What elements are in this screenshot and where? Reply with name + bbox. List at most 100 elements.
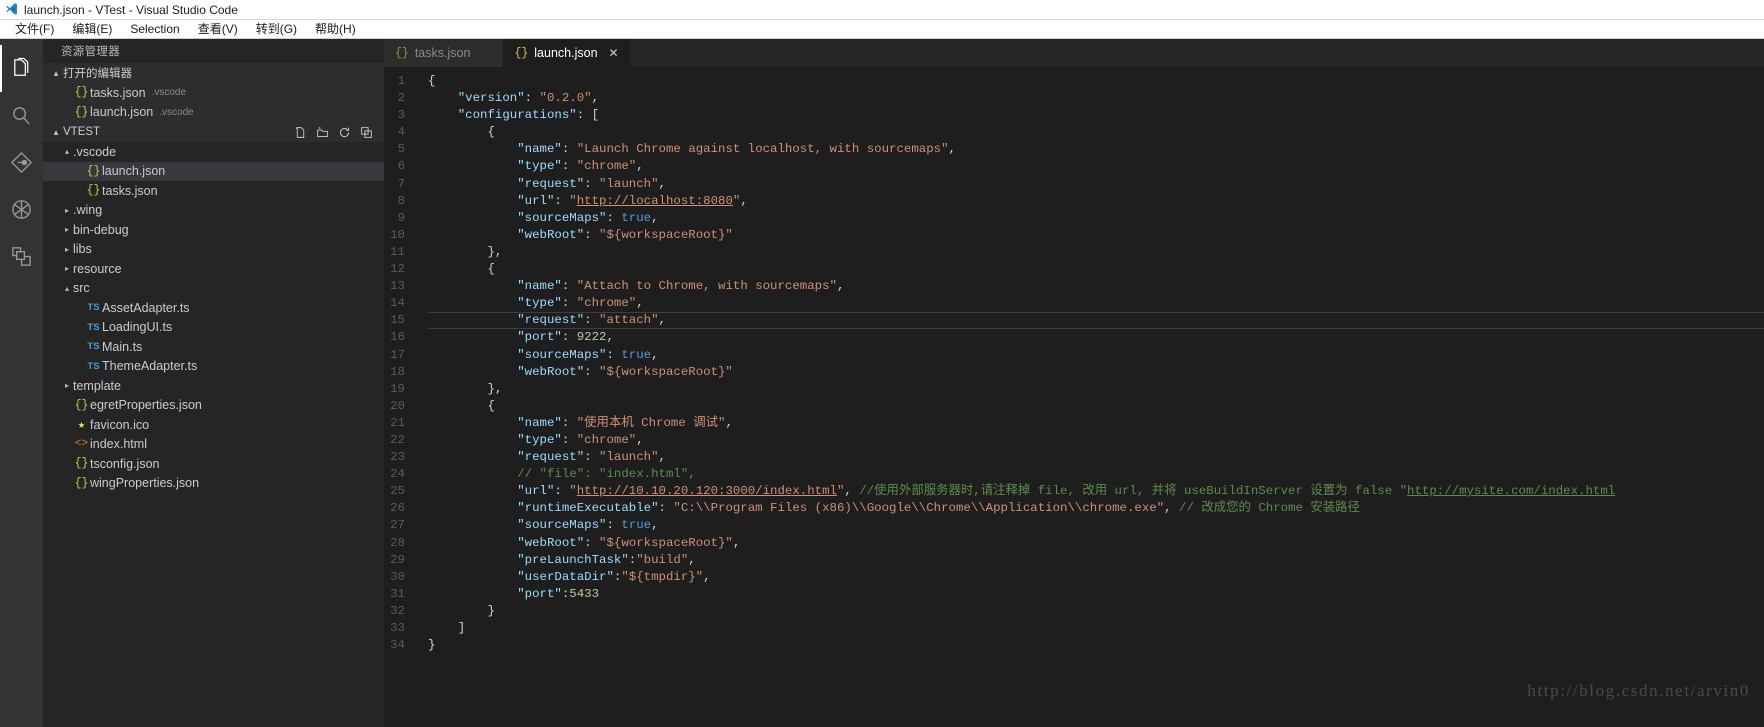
menu-selection[interactable]: Selection — [121, 20, 188, 39]
tree-item-main-ts[interactable]: TS Main.ts — [43, 337, 384, 357]
code-line[interactable]: 26 "runtimeExecutable": "C:\\Program Fil… — [384, 500, 1764, 517]
new-folder-icon[interactable] — [316, 126, 329, 139]
open-editor-launch-json[interactable]: {} launch.json .vscode — [43, 102, 384, 122]
tree-item-src[interactable]: ▴ src — [43, 279, 384, 299]
close-icon[interactable]: ✕ — [609, 47, 619, 59]
code-line[interactable]: 9 "sourceMaps": true, — [384, 210, 1764, 227]
line-number: 4 — [397, 125, 405, 140]
menu-file[interactable]: 文件(F) — [6, 20, 63, 39]
tree-item-tsconfig-json[interactable]: {} tsconfig.json — [43, 454, 384, 474]
code-line[interactable]: 30 "userDataDir":"${tmpdir}", — [384, 569, 1764, 586]
tree-item-template[interactable]: ▸ template — [43, 376, 384, 396]
line-number: 3 — [397, 108, 405, 123]
new-file-icon[interactable] — [294, 126, 307, 139]
extensions-icon[interactable] — [0, 233, 43, 280]
code-line[interactable]: 24 // "file": "index.html", — [384, 466, 1764, 483]
code-line[interactable]: 10 "webRoot": "${workspaceRoot}" — [384, 227, 1764, 244]
menu-edit[interactable]: 编辑(E) — [63, 20, 121, 39]
line-content: } — [428, 603, 1764, 620]
source-control-icon[interactable] — [0, 139, 43, 186]
code-line[interactable]: 19 }, — [384, 381, 1764, 398]
code-line[interactable]: 16 "port": 9222, — [384, 329, 1764, 346]
code-editor[interactable]: 1{2 "version": "0.2.0", 3 "configurations… — [384, 67, 1764, 727]
open-editors-header[interactable]: ▴ 打开的编辑器 — [43, 63, 384, 83]
code-line[interactable]: 25 "url": "http://10.10.20.120:3000/inde… — [384, 483, 1764, 500]
code-line[interactable]: 17 "sourceMaps": true, — [384, 347, 1764, 364]
tree-item-favicon-ico[interactable]: ★ favicon.ico — [43, 415, 384, 435]
tab-label: launch.json — [534, 46, 598, 60]
code-line[interactable]: 8 "url": "http://localhost:8080", — [384, 193, 1764, 210]
code-line[interactable]: 5 "name": "Launch Chrome against localho… — [384, 141, 1764, 158]
tree-item-themeadapter-ts[interactable]: TS ThemeAdapter.ts — [43, 357, 384, 377]
code-token: , — [740, 193, 748, 208]
code-token: "sourceMaps" — [517, 347, 607, 362]
code-token: 5433 — [569, 586, 600, 601]
code-token: "webRoot" — [517, 227, 585, 242]
refresh-icon[interactable] — [338, 126, 351, 139]
code-line[interactable]: 7 "request": "launch", — [384, 176, 1764, 193]
open-editor-tasks-json[interactable]: {} tasks.json .vscode — [43, 83, 384, 103]
code-line[interactable]: 3 "configurations": [ — [384, 107, 1764, 124]
code-link[interactable]: http://localhost:8080 — [577, 194, 733, 208]
code-line[interactable]: 28 "webRoot": "${workspaceRoot}", — [384, 535, 1764, 552]
tree-item-resource[interactable]: ▸ resource — [43, 259, 384, 279]
line-number: 26 — [390, 501, 405, 516]
code-line[interactable]: 4 { — [384, 124, 1764, 141]
code-line[interactable]: 29 "preLaunchTask":"build", — [384, 552, 1764, 569]
code-line[interactable]: 2 "version": "0.2.0", — [384, 90, 1764, 107]
menu-help[interactable]: 帮助(H) — [306, 20, 365, 39]
tree-item-libs[interactable]: ▸ libs — [43, 240, 384, 260]
code-line[interactable]: 14 "type": "chrome", — [384, 295, 1764, 312]
line-content: "type": "chrome", — [428, 432, 1764, 449]
menu-goto[interactable]: 转到(G) — [247, 20, 306, 39]
chevron-right-icon: ▸ — [64, 381, 69, 391]
code-line[interactable]: 13 "name": "Attach to Chrome, with sourc… — [384, 278, 1764, 295]
code-line[interactable]: 6 "type": "chrome", — [384, 158, 1764, 175]
tree-item-index-html[interactable]: <> index.html — [43, 435, 384, 455]
code-line[interactable]: 34} — [384, 637, 1764, 654]
code-line[interactable]: 27 "sourceMaps": true, — [384, 517, 1764, 534]
tree-item-label: Main.ts — [102, 339, 143, 354]
code-token: "type" — [517, 296, 562, 311]
tree-item-tasks-json[interactable]: {} tasks.json — [43, 181, 384, 201]
code-token: "version" — [457, 91, 525, 106]
tree-item-vscode[interactable]: ▴ .vscode — [43, 142, 384, 162]
code-line[interactable]: 31 "port":5433 — [384, 586, 1764, 603]
tree-item-launch-json[interactable]: {} launch.json — [43, 161, 384, 181]
code-line[interactable]: 20 { — [384, 398, 1764, 415]
line-number: 12 — [390, 262, 405, 277]
code-link[interactable]: http://mysite.com/index.html — [1407, 484, 1615, 498]
tree-item-egretproperties-json[interactable]: {} egretProperties.json — [43, 396, 384, 416]
code-token: , — [688, 552, 696, 567]
code-line[interactable]: 18 "webRoot": "${workspaceRoot}" — [384, 364, 1764, 381]
explorer-icon[interactable] — [0, 45, 43, 92]
code-line[interactable]: 22 "type": "chrome", — [384, 432, 1764, 449]
tab-tasks-json[interactable]: {} tasks.json ✕ — [384, 39, 504, 67]
code-token: "sourceMaps" — [517, 210, 607, 225]
code-line[interactable]: 21 "name": "使用本机 Chrome 调试", — [384, 415, 1764, 432]
menu-view[interactable]: 查看(V) — [189, 20, 247, 39]
tree-item-assetadapter-ts[interactable]: TS AssetAdapter.ts — [43, 298, 384, 318]
code-line[interactable]: 15 "request": "attach", — [384, 312, 1764, 330]
code-line[interactable]: 1{ — [384, 73, 1764, 90]
debug-icon[interactable] — [0, 186, 43, 233]
code-line[interactable]: 33 ] — [384, 620, 1764, 637]
search-icon[interactable] — [0, 92, 43, 139]
code-line[interactable]: 12 { — [384, 261, 1764, 278]
line-content: "url": "http://10.10.20.120:3000/index.h… — [428, 483, 1764, 500]
line-content: "version": "0.2.0", — [428, 90, 1764, 107]
tree-item-bin-debug[interactable]: ▸ bin-debug — [43, 220, 384, 240]
tree-item-wingproperties-json[interactable]: {} wingProperties.json — [43, 474, 384, 494]
tree-item-loadingui-ts[interactable]: TS LoadingUI.ts — [43, 318, 384, 338]
line-content: }, — [428, 381, 1764, 398]
code-line[interactable]: 23 "request": "launch", — [384, 449, 1764, 466]
tab-launch-json[interactable]: {} launch.json ✕ — [503, 39, 631, 67]
code-line[interactable]: 11 }, — [384, 244, 1764, 261]
collapse-all-icon[interactable] — [360, 126, 373, 139]
code-line[interactable]: 32 } — [384, 603, 1764, 620]
workspace-header[interactable]: ▴ VTEST — [43, 122, 384, 142]
tree-item-wing[interactable]: ▸ .wing — [43, 201, 384, 221]
tree-item-label: favicon.ico — [90, 417, 150, 432]
code-link[interactable]: http://10.10.20.120:3000/index.html — [577, 484, 837, 498]
